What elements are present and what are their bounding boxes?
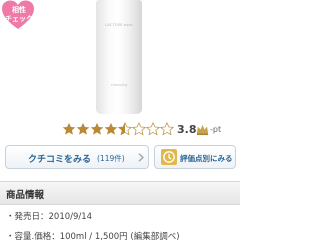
rating-filter-icon <box>161 149 177 165</box>
star-full-icon <box>104 122 118 135</box>
product-info-header: 商品情報 <box>0 181 240 205</box>
chevron-right-icon <box>138 153 144 162</box>
product-info-title: 商品情報 <box>6 190 45 201</box>
product-image-area: 相性 チェック LACTOSE esse cleansing <box>0 0 240 118</box>
star-full-icon <box>90 122 104 135</box>
crown-icon <box>196 124 209 136</box>
bottle-sub-text: cleansing <box>110 83 128 87</box>
view-by-rating-button[interactable]: 評価点別にみる <box>154 145 236 169</box>
rating-pt-label: -pt <box>210 125 222 134</box>
view-reviews-label: クチコミをみる <box>28 155 92 165</box>
star-full-icon <box>62 122 76 135</box>
compatibility-check-badge[interactable]: 相性 チェック <box>1 0 35 30</box>
bottle-brand-text: LACTOSE esse <box>105 23 133 27</box>
rating-score: 3.8 <box>177 123 197 136</box>
star-empty-icon <box>146 122 160 136</box>
badge-label: 相性 チェック <box>5 6 33 23</box>
view-reviews-button[interactable]: クチコミをみる (119件) <box>5 145 149 169</box>
rating-row: 3.8 -pt <box>0 121 240 141</box>
star-empty-icon <box>160 122 174 136</box>
view-by-rating-label: 評価点別にみる <box>180 154 233 163</box>
star-full-icon <box>76 122 90 135</box>
release-date-row: ・発売日：2010/9/14 <box>6 212 93 222</box>
product-bottle-image: LACTOSE esse cleansing <box>96 0 142 114</box>
star-half-icon <box>118 122 132 136</box>
review-count: (119件) <box>97 154 125 163</box>
volume-price-row: ・容量.価格：100ml / 1,500円 (編集部調べ) <box>6 232 180 242</box>
star-empty-icon <box>132 122 146 136</box>
